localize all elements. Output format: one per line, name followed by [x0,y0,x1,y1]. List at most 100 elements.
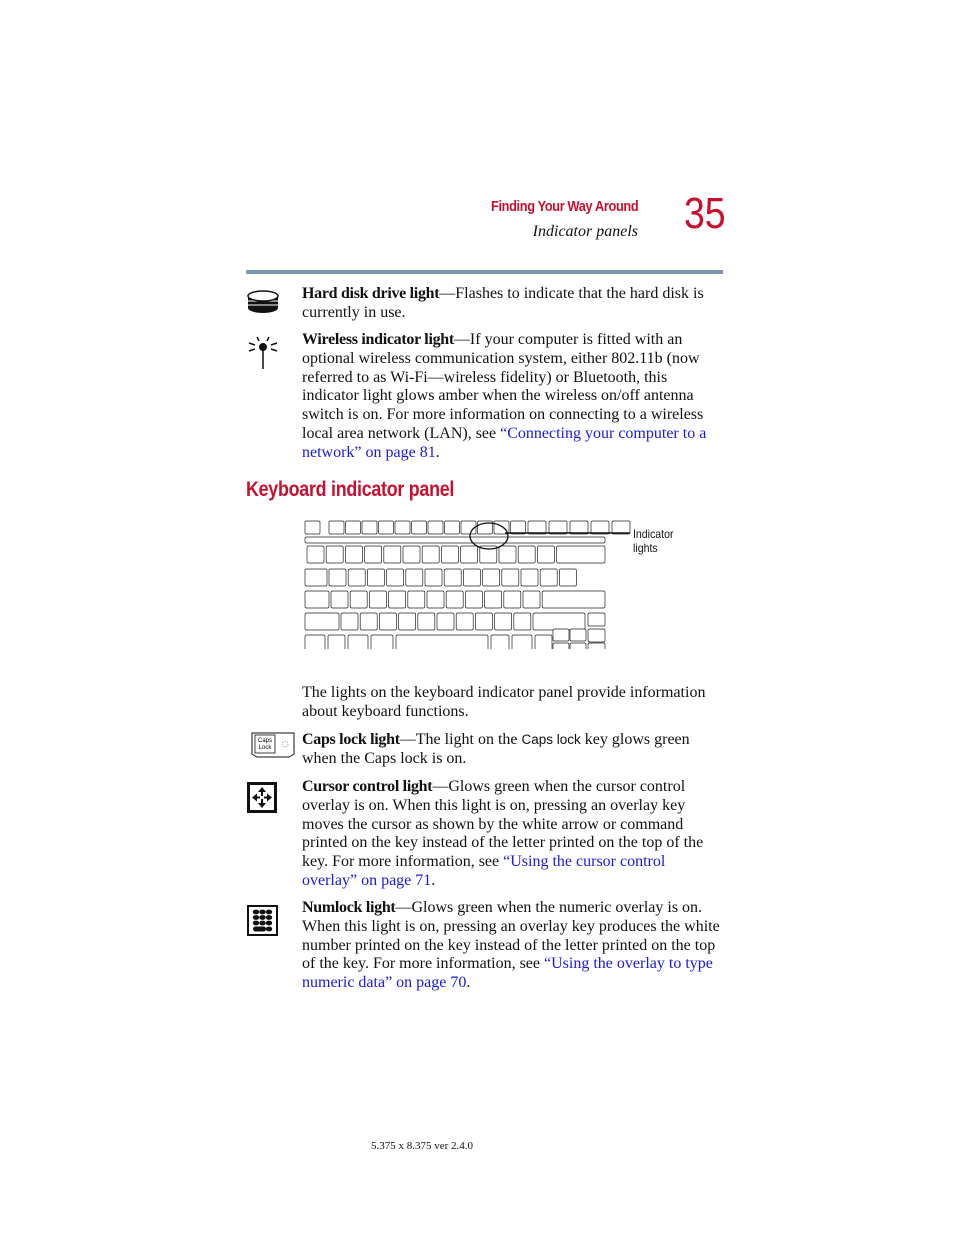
del-key [511,634,533,649]
key [455,612,474,631]
function-key [328,520,345,535]
indicator-lights-callout: Indicator lights [633,527,674,555]
right-arrow-key [587,642,606,649]
function-key [394,520,411,535]
key [426,590,445,609]
key [367,568,385,587]
key [340,612,359,631]
caps-lock-key [304,590,330,609]
key [498,545,517,564]
header-rule [246,270,723,274]
function-key [361,520,378,535]
key [494,612,512,631]
key [517,545,536,564]
indicator-strip [304,536,606,544]
shift-key [532,612,586,631]
function-key [304,520,321,535]
key [520,568,539,587]
backspace-key [556,545,606,564]
ctrl-key [304,634,326,649]
svg-text:Caps: Caps [258,738,272,744]
key [379,612,397,631]
intro-paragraph: The lights on the keyboard indicator pan… [302,684,706,720]
key [537,545,555,564]
left-arrow-key [552,642,570,649]
function-key [444,520,460,535]
numlock-icon [247,905,278,936]
key [345,545,363,564]
term: Numlock light [302,899,396,916]
key [463,568,481,587]
space-key [395,634,489,649]
cursor-control-icon [247,782,277,813]
term: Caps lock light [302,731,400,748]
key [388,590,406,609]
wireless-light-item: Wireless indicator light—If your compute… [302,331,707,461]
callout-line [505,532,630,534]
alt-key [347,634,369,649]
key [465,590,483,609]
term: Cursor control light [302,778,433,795]
wireless-icon [248,336,278,369]
key [552,628,570,642]
key [559,568,577,587]
fn-key [327,634,346,649]
key [407,590,426,609]
key [441,545,459,564]
key [306,545,325,564]
key [443,568,462,587]
section-heading: Keyboard indicator panel [246,478,455,501]
term: Hard disk drive light [302,285,440,302]
key [349,590,368,609]
pgup-key [587,612,606,627]
key [359,612,378,631]
function-key [378,520,394,535]
key [364,545,382,564]
page-number: 35 [684,189,726,238]
up-arrow-key [569,628,587,642]
function-key [345,520,361,535]
key [482,568,500,587]
down-arrow-key [569,642,587,649]
key [539,568,558,587]
enter-key [541,590,606,609]
svg-text:Lock: Lock [259,745,273,751]
key [436,612,455,631]
key [347,568,366,587]
key [330,590,349,609]
key [421,545,440,564]
key [424,568,443,587]
hard-disk-light-item: Hard disk drive light—Flashes to indicat… [302,285,704,321]
hard-disk-icon [247,290,279,313]
function-key [427,520,444,535]
key [386,568,404,587]
key [501,568,520,587]
key [325,545,344,564]
key [369,590,387,609]
key [405,568,424,587]
key [398,612,416,631]
section-title: Indicator panels [532,223,638,240]
key [513,612,532,631]
key [417,612,436,631]
pgdn-key [587,628,606,643]
key [503,590,522,609]
caps-lock-light-item: Caps lock light—The light on the Caps lo… [302,731,690,767]
page-footer: 5.375 x 8.375 ver 2.4.0 [371,1140,474,1152]
key [383,545,402,564]
key [475,612,493,631]
cursor-control-light-item: Cursor control light—Glows green when th… [302,778,704,889]
numlock-light-item: Numlock light—Glows green when the numer… [302,899,720,992]
key [445,590,464,609]
ins-key [490,634,510,649]
key [328,568,347,587]
shift-key [304,612,340,631]
function-key [411,520,427,535]
chapter-title: Finding Your Way Around [490,198,639,215]
alt-key [534,634,553,649]
key [402,545,421,564]
key [370,634,394,649]
keyboard-diagram [304,520,631,649]
key [460,545,478,564]
key [522,590,541,609]
